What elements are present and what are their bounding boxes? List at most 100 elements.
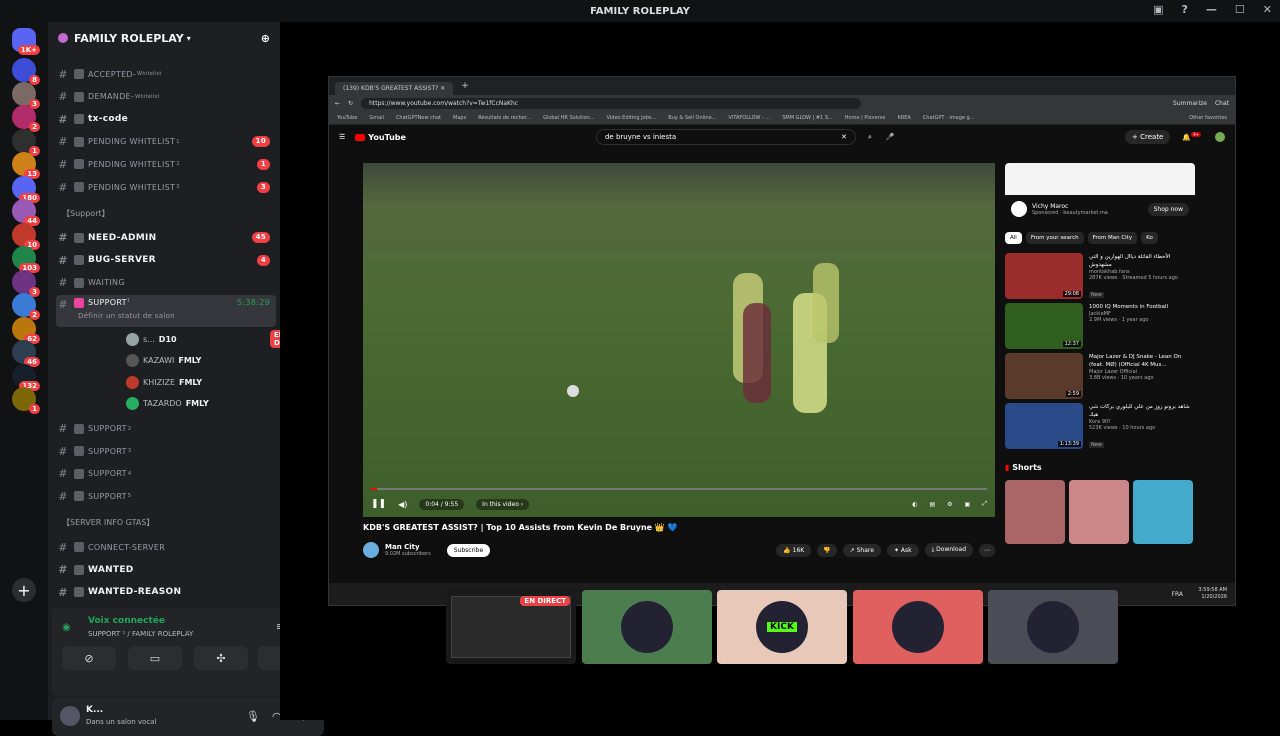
server-srv-12[interactable]: 62 bbox=[12, 316, 40, 344]
subscribe-button[interactable]: Subscribe bbox=[446, 543, 491, 557]
bookmark-item[interactable]: Global HR Solution... bbox=[543, 115, 595, 121]
video-player[interactable]: ❚❚ ◀) 0:04 / 9:55 In this video › ◐ ▤ ⚙ … bbox=[363, 163, 995, 517]
back-icon[interactable]: ← bbox=[335, 100, 340, 107]
channel-item[interactable]: # PENDING WHITELIST 3 3 bbox=[56, 177, 276, 197]
channel-item[interactable]: # PENDING WHITELIST 1 10 bbox=[56, 132, 276, 152]
channel-item[interactable]: # DEMANDE- Whitelist bbox=[56, 87, 276, 107]
channel-item[interactable]: # SUPPORT 4 bbox=[56, 464, 276, 484]
mic-icon[interactable]: 🎤 bbox=[886, 133, 895, 141]
short-thumbnail[interactable] bbox=[1005, 480, 1065, 544]
search-icon[interactable]: ⌕ bbox=[868, 133, 872, 142]
pause-icon[interactable]: ❚❚ bbox=[371, 499, 386, 509]
bookmark-item[interactable]: Buy & Sell Online... bbox=[668, 115, 716, 121]
bookmark-item[interactable]: Other favorites bbox=[1189, 115, 1227, 121]
voice-location[interactable]: SUPPORT ¹ / FAMILY ROLEPLAY bbox=[88, 630, 193, 638]
short-thumbnail[interactable] bbox=[1133, 480, 1193, 544]
recommended-video[interactable]: 1:13:39 شاهد برونو زوز من علي للبلوري برك… bbox=[1005, 403, 1195, 449]
channel-name[interactable]: Man City bbox=[385, 543, 431, 551]
new-tab-icon[interactable]: + bbox=[461, 81, 469, 91]
server-srv-4[interactable]: 1 bbox=[12, 128, 40, 156]
fullscreen-icon[interactable]: ⤢ bbox=[982, 500, 987, 508]
minimize-icon[interactable]: — bbox=[1206, 3, 1217, 16]
recommended-video[interactable]: 12:37 1000 IQ Moments in Football JackieMF… bbox=[1005, 303, 1195, 349]
bookmark-item[interactable]: Gmail bbox=[369, 115, 384, 121]
channel-item[interactable]: # PENDING WHITELIST 2 1 bbox=[56, 154, 276, 174]
in-video-chapters[interactable]: In this video › bbox=[476, 498, 530, 510]
bookmark-item[interactable]: Home | Pixverse bbox=[845, 115, 886, 121]
bookmark-item[interactable]: ChatGPTNew chat bbox=[396, 115, 441, 121]
avatar[interactable] bbox=[60, 706, 80, 726]
home-button[interactable]: 1K+ bbox=[12, 28, 40, 55]
voice-user[interactable]: KAZAWI FMLY bbox=[126, 351, 201, 371]
maximize-icon[interactable]: ☐ bbox=[1235, 3, 1245, 16]
filter-chip[interactable]: From Man City bbox=[1087, 232, 1138, 244]
microphone-icon[interactable]: 🎙 bbox=[246, 710, 260, 723]
clear-icon[interactable]: ✕ bbox=[841, 133, 847, 141]
notifications-icon[interactable]: 🔔 9+ bbox=[1182, 132, 1201, 142]
server-srv-6[interactable]: 180 bbox=[12, 175, 40, 203]
tile-user-3[interactable]: KICK bbox=[717, 590, 847, 664]
download-button[interactable]: ⤓ Download bbox=[924, 543, 973, 557]
browser-tab[interactable]: (139) KDB'S GREATEST ASSIST? ✕ bbox=[335, 81, 454, 95]
channel-status[interactable]: Définir un statut de salon bbox=[78, 312, 175, 320]
server-srv-13[interactable]: 46 bbox=[12, 340, 40, 367]
channel-item[interactable]: # SUPPORT 5 bbox=[56, 486, 276, 506]
tile-screen[interactable]: EN DIRECT bbox=[446, 590, 576, 664]
ad-banner[interactable] bbox=[1005, 163, 1195, 195]
channel-item[interactable]: # ACCEPTED- Whitelist bbox=[56, 64, 276, 84]
bookmark-item[interactable]: VITAFOLLOW - ... bbox=[728, 115, 770, 121]
filter-chip[interactable]: All bbox=[1005, 232, 1022, 244]
bookmark-item[interactable]: ChatGPT - image g... bbox=[923, 115, 975, 121]
channel-item[interactable]: # tx-code bbox=[56, 109, 276, 129]
address-bar[interactable]: https://www.youtube.com/watch?v=Tw1fCcNa… bbox=[361, 97, 862, 109]
autoplay-toggle[interactable]: ◐ bbox=[912, 501, 917, 508]
tile-user-2[interactable] bbox=[581, 590, 712, 664]
short-thumbnail[interactable] bbox=[1069, 480, 1129, 544]
channel-item[interactable]: # SUPPORT 2 bbox=[56, 419, 276, 439]
channel-item[interactable]: # WAITING bbox=[56, 273, 276, 293]
tile-user-5[interactable] bbox=[988, 590, 1118, 664]
recommended-video[interactable]: 29:08 الأخطاء القاتلة دياال الهوارين و ال… bbox=[1005, 253, 1195, 299]
like-button[interactable]: 👍 16K bbox=[776, 543, 812, 557]
youtube-logo[interactable]: YouTube bbox=[368, 133, 406, 142]
camera-button[interactable]: ⊘ bbox=[62, 646, 116, 670]
category-server-info[interactable]: 【SERVER INFO GTAS】 bbox=[62, 517, 154, 528]
share-button[interactable]: ↗ Share bbox=[842, 543, 881, 557]
dislike-button[interactable]: 👎 bbox=[817, 543, 837, 557]
server-srv-15[interactable]: 1 bbox=[12, 387, 40, 414]
server-srv-14[interactable]: 132 bbox=[12, 363, 40, 391]
voice-channel-active[interactable]: # SUPPORT 1 5:38:29 Définir un statut de sal… bbox=[56, 295, 276, 328]
server-header[interactable]: FAMILY ROLEPLAY ▾ ⊕ bbox=[48, 22, 280, 54]
server-srv-10[interactable]: 3 bbox=[12, 269, 40, 297]
voice-user[interactable]: s...D10EN DIRECT bbox=[126, 329, 307, 349]
channel-item[interactable]: # NEED-ADMIN 45 bbox=[56, 228, 276, 248]
tile-user-4[interactable] bbox=[852, 590, 983, 664]
server-srv-7[interactable]: 44 bbox=[12, 199, 40, 226]
channel-item[interactable]: # SUPPORT 3 bbox=[56, 441, 276, 461]
close-icon[interactable]: ✕ bbox=[1263, 3, 1272, 16]
bookmark-item[interactable]: SMM GLOW | #1 S... bbox=[782, 115, 833, 121]
filter-chip[interactable]: From your search bbox=[1025, 232, 1084, 244]
bookmark-item[interactable]: Résultats de recher... bbox=[478, 115, 531, 121]
voice-user[interactable]: KHIZIZE FMLY bbox=[126, 372, 202, 392]
channel-item[interactable]: # WANTED bbox=[56, 560, 276, 580]
server-srv-5[interactable]: 13 bbox=[12, 152, 40, 179]
progress-bar[interactable] bbox=[371, 488, 987, 490]
bookmark-item[interactable]: Maps bbox=[453, 115, 466, 121]
youtube-logo-icon[interactable] bbox=[355, 133, 366, 141]
shop-now-button[interactable]: Shop now bbox=[1147, 202, 1189, 216]
server-srv-2[interactable]: 3 bbox=[12, 81, 40, 109]
server-srv-1[interactable]: 8 bbox=[12, 58, 40, 85]
channel-item[interactable]: # WANTED-REASON bbox=[56, 582, 276, 602]
bookmark-item[interactable]: Video Editing Jobs... bbox=[607, 115, 657, 121]
server-srv-11[interactable]: 2 bbox=[12, 293, 40, 320]
help-icon[interactable]: ? bbox=[1182, 3, 1188, 16]
channel-item[interactable]: # CONNECT-SERVER bbox=[56, 537, 276, 557]
shared-screen[interactable]: (139) KDB'S GREATEST ASSIST? ✕ + ← ↻ htt… bbox=[328, 76, 1236, 606]
filter-chip[interactable]: Ko bbox=[1141, 232, 1158, 244]
activities-button[interactable]: ✣ bbox=[194, 646, 248, 670]
channel-item[interactable]: # BUG-SERVER 4 bbox=[56, 250, 276, 270]
screenshare-button[interactable]: ▭ bbox=[128, 646, 182, 670]
create-button[interactable]: + Create bbox=[1125, 130, 1171, 144]
volume-icon[interactable]: ◀) bbox=[398, 500, 407, 509]
